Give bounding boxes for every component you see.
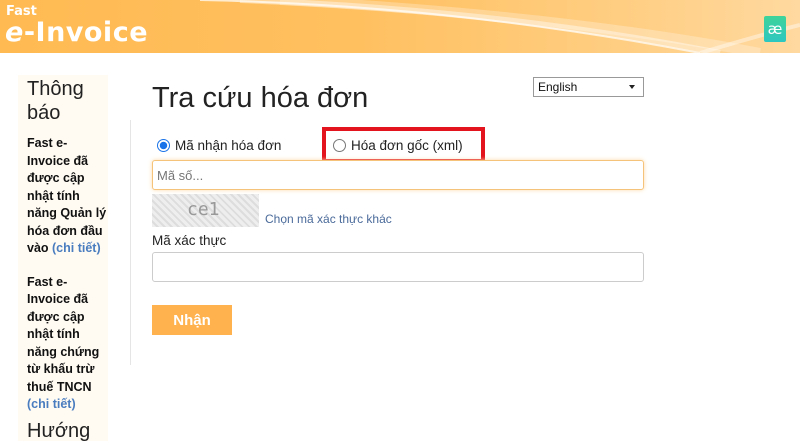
header-banner: Fast e-Invoice æ	[0, 0, 800, 53]
verify-label: Mã xác thực	[152, 233, 227, 248]
code-input[interactable]	[152, 160, 644, 190]
verify-input[interactable]	[152, 252, 644, 282]
notification-item: Fast e-Invoice đã được cập nhật tính năn…	[27, 274, 108, 414]
radio-checked-icon[interactable]	[157, 139, 170, 152]
guide-heading: Hướng	[27, 419, 91, 441]
app-icon[interactable]: æ	[764, 16, 786, 42]
radio-label: Mã nhận hóa đơn	[175, 138, 282, 153]
refresh-captcha-link[interactable]: Chọn mã xác thực khác	[265, 212, 392, 226]
page-title: Tra cứu hóa đơn	[152, 82, 369, 114]
notification-item: Fast e-Invoice đã được cập nhật tính năn…	[27, 135, 108, 258]
highlight-box	[322, 127, 485, 163]
logo-e: e	[5, 17, 24, 48]
caret-down-icon	[629, 85, 635, 89]
submit-button[interactable]: Nhận	[152, 305, 232, 335]
notification-text: Fast e-Invoice đã được cập nhật tính năn…	[27, 274, 100, 394]
details-link[interactable]: (chi tiết)	[27, 397, 76, 411]
language-value: English	[538, 80, 578, 94]
logo-einvoice: e-Invoice	[5, 17, 148, 48]
notification-text: Fast e-Invoice đã được cập nhật tính năn…	[27, 136, 107, 255]
radio-receive-code[interactable]: Mã nhận hóa đơn	[157, 138, 281, 153]
captcha-image: ce1	[152, 194, 259, 227]
logo-invoice: -Invoice	[23, 17, 149, 48]
language-select[interactable]: English	[533, 77, 644, 97]
notification-sidebar: Thông báo Fast e-Invoice đã được cập nhậ…	[18, 75, 108, 441]
divider	[130, 120, 131, 365]
details-link[interactable]: (chi tiết)	[52, 241, 101, 255]
sidebar-title: Thông báo	[27, 78, 84, 124]
